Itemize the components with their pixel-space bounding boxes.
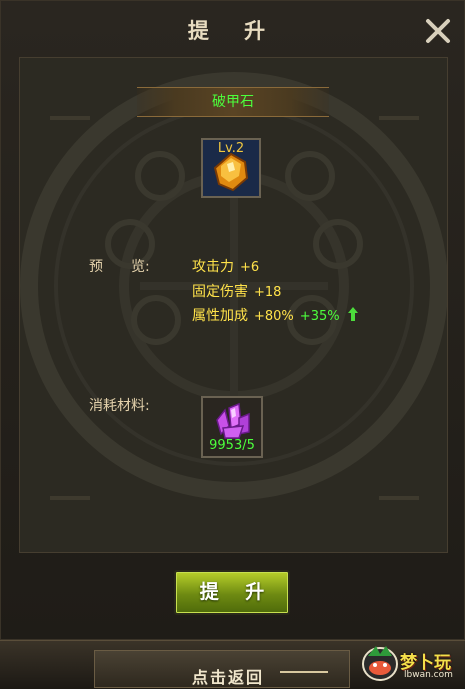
materials-label: 消耗材料: (89, 398, 150, 414)
back-decor-line (280, 671, 328, 673)
watermark-url: lbwan.com (404, 670, 453, 680)
upgrade-button[interactable]: 提 升 (174, 570, 290, 615)
stat-bonus: +35% (299, 309, 340, 324)
stat-name: 攻击力 (192, 259, 234, 275)
stat-name: 属性加成 (192, 308, 248, 324)
dialog-title: 提 升 (187, 19, 280, 43)
stat-row-fixed-damage: 固定伤害 +18 (192, 281, 281, 301)
material-count: 9953/5 (209, 438, 255, 453)
item-slot[interactable]: Lv.2 (201, 138, 261, 198)
stat-row-attribute-bonus: 属性加成 +80% +35% (192, 305, 359, 325)
material-slot[interactable]: 9953/5 (201, 396, 263, 458)
green-up-arrow-icon (348, 307, 359, 321)
stat-row-attack: 攻击力 +6 (192, 256, 259, 276)
purple-crystal-icon (216, 402, 250, 439)
item-name-banner: 破甲石 (137, 87, 329, 117)
preview-label: 预 览: (89, 259, 150, 275)
close-icon[interactable] (421, 15, 455, 47)
upgrade-dialog: 提 升 破甲石 Lv.2 预 览: 攻击力 +6 固定伤害 +18 属性加成 +… (0, 0, 465, 640)
item-level-badge: Lv.2 (217, 141, 245, 156)
stat-name: 固定伤害 (192, 284, 248, 300)
stat-value: +6 (240, 260, 260, 275)
stat-value: +18 (254, 285, 282, 300)
back-button-label: 点击返回 (192, 668, 265, 687)
stat-value: +80% (254, 309, 294, 324)
